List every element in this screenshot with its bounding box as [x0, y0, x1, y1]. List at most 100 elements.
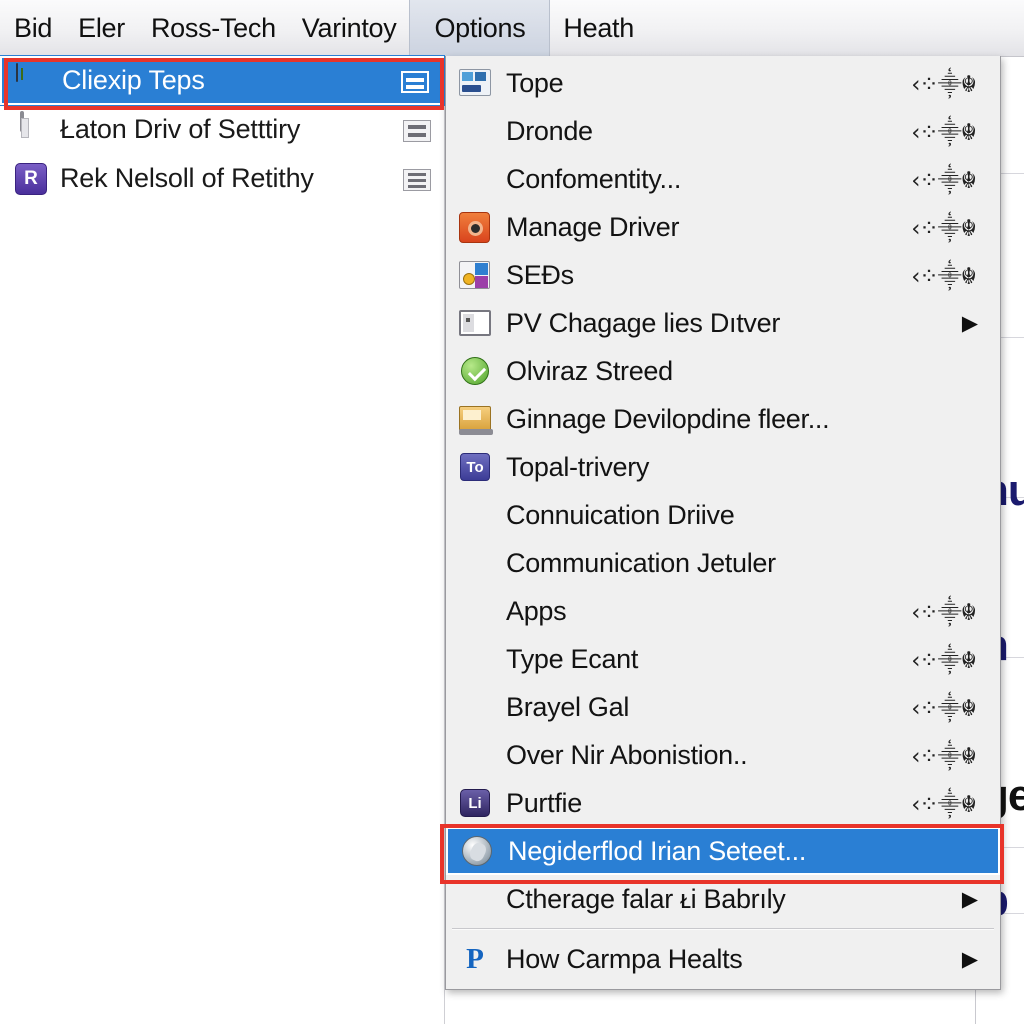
list-lines-icon[interactable] — [402, 166, 432, 192]
submenu-arrow-icon: ▶ — [961, 947, 978, 971]
menu-item[interactable]: Ctherage falar ᴌi Babrıly ▶ — [446, 875, 1000, 923]
list-lines-icon[interactable] — [402, 117, 432, 143]
menu-item[interactable]: Tope ‹⁘⸎☬ — [446, 59, 1000, 107]
menu-item[interactable]: Ginnage Devilopdine fleer... — [446, 395, 1000, 443]
blank-icon — [458, 738, 492, 772]
blank-icon — [458, 498, 492, 532]
green-check-icon — [458, 354, 492, 388]
menubar-item-label: Varintoy — [301, 12, 397, 43]
menubar-item-options[interactable]: Options — [409, 0, 551, 56]
orange-camera-icon — [458, 210, 492, 244]
submenu-arrow-icon: ▶ — [961, 887, 978, 911]
menu-item-label: Ginnage Devilopdine fleer... — [506, 403, 830, 434]
folder-icon — [458, 402, 493, 436]
list-lines2-icon — [402, 166, 432, 192]
menu-item-label: Connuication Driive — [506, 499, 735, 530]
menu-item-label: Over Nir Abonistion.. — [506, 739, 748, 770]
menu-item-label: How Carmpa Healts — [506, 943, 743, 974]
menu-item-label: SEĐs — [506, 259, 574, 290]
menu-item-label: Manage Driver — [506, 211, 680, 242]
menu-item-shortcut: ‹⁘⸎☬ — [911, 264, 977, 290]
window-icon — [458, 306, 492, 340]
menu-item[interactable]: SEĐs ‹⁘⸎☬ — [446, 251, 1000, 299]
list-item[interactable]: R Rek Nelsoll of Retithy — [0, 154, 444, 203]
li-badge-icon: Li — [458, 786, 492, 820]
menu-item-label: Type Ecant — [506, 643, 639, 674]
list-item[interactable]: Cliexip Teps — [0, 56, 444, 105]
menu-item-shortcut: ‹⁘⸎☬ — [911, 744, 977, 770]
menu-item-label: Tope — [506, 67, 564, 98]
blank-icon — [458, 642, 492, 676]
list-item-label: Łaton Driv of Setttiry — [60, 114, 301, 144]
multicolor-settings-icon — [458, 258, 492, 292]
list-item-label: Cliexip Teps — [62, 65, 205, 95]
menubar-item-eler[interactable]: Eler — [65, 0, 138, 56]
menu-item[interactable]: Negiderflod Irian Seteet... — [446, 827, 1000, 875]
phone-icon — [14, 110, 48, 147]
list-lines-white-icon — [400, 68, 430, 94]
globe-icon — [460, 834, 494, 868]
options-dropdown-menu: Tope ‹⁘⸎☬ Dronde ‹⁘⸎☬ Confomentity... ‹⁘⸎☬ Man… — [445, 56, 1001, 990]
blank-icon — [458, 594, 492, 628]
menubar-item-bid[interactable]: Bid — [0, 0, 65, 56]
menu-item-shortcut: ‹⁘⸎☬ — [911, 696, 977, 722]
menu-item[interactable]: Li Purtfie ‹⁘⸎☬ — [446, 779, 1000, 827]
list-item[interactable]: Łaton Driv of Setttiry — [0, 105, 444, 154]
menubar-item-label: Bid — [14, 12, 53, 43]
menu-item[interactable]: Olviraz Streed — [446, 347, 1000, 395]
blank-icon — [458, 162, 492, 196]
menu-item-label: PV Chagage lies Dıtver — [506, 307, 781, 338]
menu-item-label: Negiderflod Irian Seteet... — [508, 835, 807, 866]
menu-item[interactable]: Manage Driver ‹⁘⸎☬ — [446, 203, 1000, 251]
menubar-item-ross-tech[interactable]: Ross-Tech — [138, 0, 289, 56]
blank-icon — [458, 546, 492, 580]
menu-item-shortcut: ‹⁘⸎☬ — [911, 216, 977, 242]
menubar-item-label: Options — [434, 12, 526, 43]
folder-icon — [458, 402, 493, 436]
menu-item-label: Communication Jetuler — [506, 547, 776, 578]
list-lines-icon[interactable] — [400, 68, 430, 94]
green-check-icon — [458, 354, 492, 388]
r-badge-icon: R — [14, 162, 48, 196]
menu-item[interactable]: PV Chagage lies Dıtver ▶ — [446, 299, 1000, 347]
card-icon — [458, 66, 492, 100]
menu-item[interactable]: To Topal-trivery — [446, 443, 1000, 491]
menu-item-shortcut: ‹⁘⸎☬ — [911, 600, 977, 626]
menubar-item-label: Eler — [78, 12, 125, 43]
blank-icon — [458, 882, 492, 916]
module-icon — [16, 62, 50, 98]
menu-item-label: Brayel Gal — [506, 691, 630, 722]
card-icon — [458, 66, 492, 100]
li-badge-icon: Li — [458, 786, 492, 820]
menubar-item-varintoy[interactable]: Varintoy — [289, 0, 410, 56]
blank-icon — [458, 690, 492, 724]
menubar-item-label: Ross-Tech — [150, 12, 276, 43]
menu-item-shortcut: ‹⁘⸎☬ — [911, 72, 977, 98]
application-window: nuhgeb BidElerRoss-TechVarintoyOptionsHe… — [0, 0, 1024, 1024]
menu-item-label: Topal-trivery — [506, 451, 650, 482]
menu-item[interactable]: Apps ‹⁘⸎☬ — [446, 587, 1000, 635]
menu-item[interactable]: Type Ecant ‹⁘⸎☬ — [446, 635, 1000, 683]
multicolor-settings-icon — [458, 258, 492, 292]
menu-item-label: Ctherage falar ᴌi Babrıly — [506, 883, 786, 914]
menu-item[interactable]: Dronde ‹⁘⸎☬ — [446, 107, 1000, 155]
list-item-label: Rek Nelsoll of Retithy — [60, 163, 314, 193]
menu-item-label: Dronde — [506, 115, 593, 146]
left-list-panel: Cliexip Teps Łaton Driv of Setttiry R Rek N… — [0, 56, 445, 1024]
menu-item[interactable]: Over Nir Abonistion.. ‹⁘⸎☬ — [446, 731, 1000, 779]
to-badge-icon: To — [458, 450, 492, 484]
menu-item[interactable]: P How Carmpa Healts ▶ — [446, 935, 1000, 983]
menu-item-shortcut: ‹⁘⸎☬ — [911, 120, 977, 146]
menu-item[interactable]: Confomentity... ‹⁘⸎☬ — [446, 155, 1000, 203]
menu-item-shortcut: ‹⁘⸎☬ — [911, 168, 977, 194]
menu-separator — [452, 928, 994, 930]
blank-icon — [458, 114, 492, 148]
menu-item[interactable]: Brayel Gal ‹⁘⸎☬ — [446, 683, 1000, 731]
menu-item[interactable]: Connuication Driive — [446, 491, 1000, 539]
submenu-arrow-icon: ▶ — [961, 311, 978, 335]
phone-icon — [14, 110, 48, 147]
menu-item[interactable]: Communication Jetuler — [446, 539, 1000, 587]
orange-camera-icon — [458, 210, 492, 244]
menubar-item-heath[interactable]: Heath — [550, 0, 647, 56]
menu-item-shortcut: ‹⁘⸎☬ — [911, 792, 977, 818]
